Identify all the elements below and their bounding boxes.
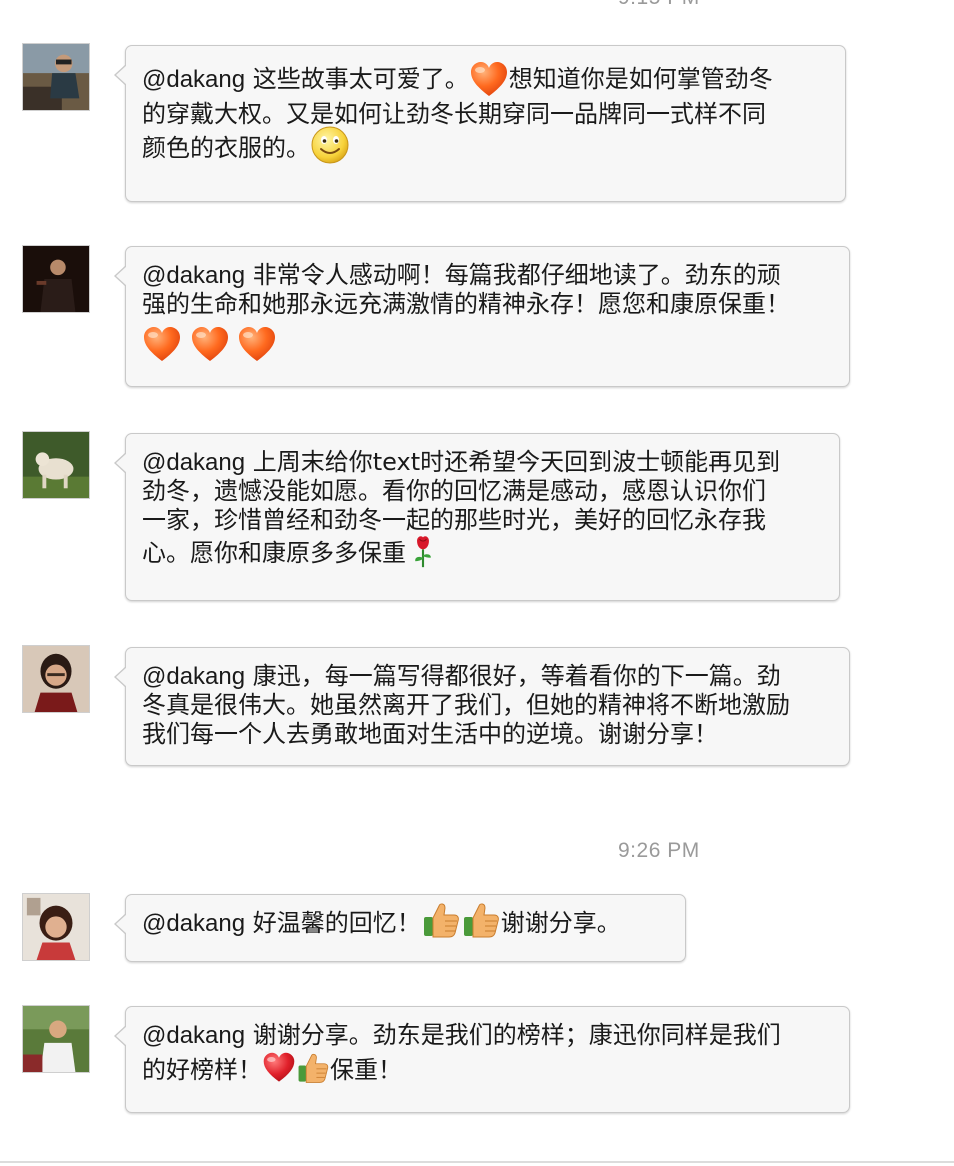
timestamp-top: 9:15 PM [618, 0, 700, 10]
message-line: 颜色的衣服的。 [142, 133, 829, 165]
message-line: @dakang 康迅，每一篇写得都很好，等着看你的下一篇。劲 [142, 662, 781, 690]
thumbs-up-icon [461, 900, 501, 940]
avatar-photo-man-speaking [23, 246, 89, 312]
avatar[interactable] [22, 43, 90, 111]
message-line: 我们每一个人去勇敢地面对生活中的逆境。谢谢分享！ [142, 720, 718, 748]
message-line: @dakang 上周末给你text时还希望今天回到波士顿能再见到 [142, 448, 781, 476]
divider [0, 1161, 954, 1163]
smiley-face-icon [310, 125, 350, 165]
avatar-photo-woman-sunglasses [23, 44, 89, 110]
timestamp-middle: 9:26 PM [618, 839, 700, 862]
mention[interactable]: @dakang [142, 910, 245, 937]
orange-heart-icon [237, 325, 277, 365]
orange-heart-icon [190, 325, 230, 365]
mention[interactable]: @dakang [142, 66, 245, 93]
mention[interactable]: @dakang [142, 1022, 245, 1049]
message-line: 强的生命和她那永远充满激情的精神永存！愿您和康原保重！ [142, 290, 790, 318]
message-line: @dakang 非常令人感动啊！每篇我都仔细地读了。劲东的顽 [142, 261, 781, 289]
avatar-photo-woman-glasses [23, 646, 89, 712]
message-line: @dakang 谢谢分享。劲东是我们的榜样；康迅你同样是我们 [142, 1021, 781, 1049]
orange-heart-icon [469, 60, 509, 100]
thumbs-up-icon [421, 900, 461, 940]
message-bubble: @dakang 好温馨的回忆！ 谢谢分享。 [114, 894, 686, 962]
rose-icon [406, 534, 440, 568]
mention[interactable]: @dakang [142, 663, 245, 690]
avatar-photo-dog [23, 432, 89, 498]
avatar[interactable] [22, 645, 90, 713]
message-line: 劲冬，遗憾没能如愿。看你的回忆满是感动，感恩认识你们 [142, 477, 766, 505]
avatar[interactable] [22, 1005, 90, 1073]
avatar[interactable] [22, 893, 90, 961]
message-line: 冬真是很伟大。她虽然离开了我们，但她的精神将不断地激励 [142, 691, 790, 719]
mention[interactable]: @dakang [142, 449, 245, 476]
avatar[interactable] [22, 245, 90, 313]
message-bubble: @dakang 上周末给你text时还希望今天回到波士顿能再见到 劲冬，遗憾没能… [114, 433, 840, 601]
message-line: 一家，珍惜曾经和劲冬一起的那些时光，美好的回忆永存我 [142, 506, 766, 534]
avatar-photo-woman-smiling [23, 894, 89, 960]
red-heart-icon [262, 1051, 296, 1085]
message-bubble: @dakang 非常令人感动啊！每篇我都仔细地读了。劲东的顽 强的生命和她那永远… [114, 246, 850, 387]
message-line: 的好榜样！ 保重！ [142, 1056, 833, 1085]
message-line: 的穿戴大权。又是如何让劲冬长期穿同一品牌同一式样不同 [142, 100, 766, 128]
orange-heart-icon [142, 325, 182, 365]
message-bubble: @dakang 康迅，每一篇写得都很好，等着看你的下一篇。劲 冬真是很伟大。她虽… [114, 647, 850, 766]
emoji-line [142, 325, 833, 365]
thumbs-up-icon [296, 1051, 330, 1085]
message-line: @dakang 这些故事太可爱了。 想知道你是如何掌管劲冬 [142, 60, 829, 100]
message-line: 心。愿你和康原多多保重 [142, 539, 823, 568]
message-bubble: @dakang 这些故事太可爱了。 想知道你是如何掌管劲冬 的穿戴大权。又是如何让… [114, 45, 846, 202]
message-line: @dakang 好温馨的回忆！ 谢谢分享。 [142, 908, 669, 940]
message-bubble: @dakang 谢谢分享。劲东是我们的榜样；康迅你同样是我们 的好榜样！ 保重！ [114, 1006, 850, 1113]
mention[interactable]: @dakang [142, 262, 245, 289]
avatar[interactable] [22, 431, 90, 499]
avatar-photo-man-outdoor [23, 1006, 89, 1072]
